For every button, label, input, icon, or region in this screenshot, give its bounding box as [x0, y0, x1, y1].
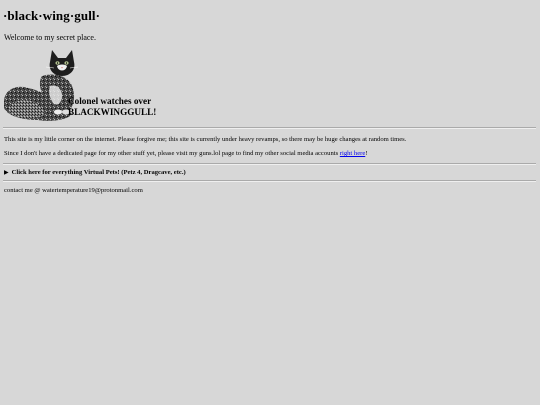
banner-caption-line-2: BLACKWINGGULL!: [68, 107, 157, 117]
divider: [3, 163, 536, 165]
social-text-end: !: [365, 150, 368, 157]
virtual-pets-summary: Click here for everything Virtual Pets! …: [11, 169, 186, 176]
page: ·black·wing·gull· Welcome to my secret p…: [0, 0, 540, 405]
disclosure-triangle-icon: ▶: [4, 170, 9, 176]
welcome-text: Welcome to my secret place.: [4, 33, 96, 42]
social-link[interactable]: right here: [340, 150, 365, 157]
site-title: ·black·wing·gull·: [3, 8, 101, 23]
banner-caption-line-1: Colonel watches over: [68, 96, 152, 106]
divider: [3, 127, 536, 129]
divider: [3, 180, 536, 182]
social-text: Since I don't have a dedicated page for …: [4, 150, 340, 157]
banner-caption: Colonel watches over BLACKWINGGULL!: [68, 48, 156, 118]
contact-text: contact me @ watertemperature19@protonma…: [4, 187, 143, 194]
virtual-pets-details-toggle[interactable]: ▶ Click here for everything Virtual Pets!…: [4, 169, 186, 176]
social-paragraph: Since I don't have a dedicated page for …: [4, 150, 367, 157]
intro-paragraph: This site is my little corner on the int…: [4, 136, 407, 143]
